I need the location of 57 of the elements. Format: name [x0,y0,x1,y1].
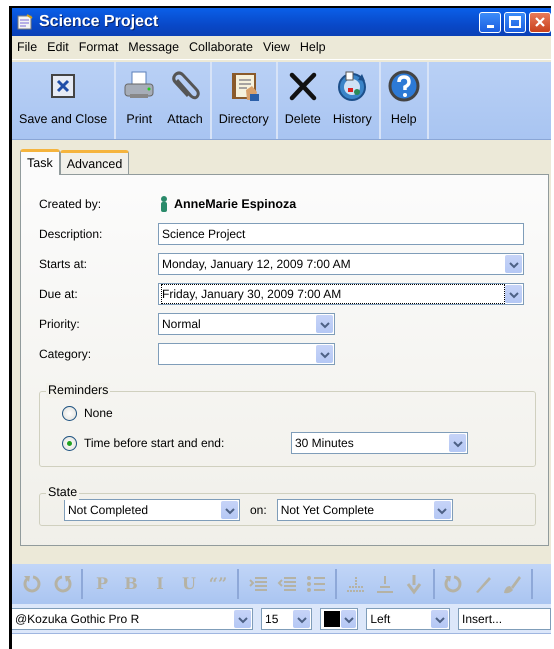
toolbar-button[interactable]: Print [118,66,160,135]
color-picker[interactable] [320,608,358,630]
field-label: Category: [39,346,92,363]
maximize-button[interactable] [504,12,526,32]
dropdown-field[interactable]: Not Yet Complete [276,499,453,521]
toolbar-button[interactable]: Help [382,66,425,135]
toolbar-button[interactable]: History [328,66,377,135]
dropdown-field[interactable]: 15 [261,608,312,630]
menu-item[interactable]: Help [294,38,331,57]
dropdown-field[interactable]: Left [366,608,450,630]
menu-item[interactable]: Format [74,38,124,57]
toolbar-button[interactable]: Directory [214,66,274,135]
menu-item[interactable]: View [258,38,295,57]
menu-item[interactable]: Collaborate [184,38,258,57]
field-label: Due at: [39,286,79,303]
menu-item[interactable]: Message [123,38,184,57]
menu-item[interactable]: Edit [42,38,74,57]
bullet-list-icon [305,573,327,595]
field-label: on: [250,502,267,519]
minimize-button[interactable] [479,12,501,32]
close-button[interactable] [529,12,551,32]
dropdown-field[interactable]: 30 Minutes [291,432,468,454]
creator-name: AnneMarie Espinoza [174,196,296,213]
person-icon [158,195,170,213]
horizontal-rule-icon [374,573,396,595]
notepad-icon [16,13,34,31]
brush-icon [501,573,523,595]
minimize-icon [486,24,494,28]
window-title: Science Project [39,12,158,32]
menu-item[interactable]: File [12,38,42,57]
dropdown-field[interactable]: Normal [158,313,335,335]
field-label: Description: [39,226,104,243]
tab[interactable]: Task [20,149,60,175]
help-icon [388,70,420,102]
input-field[interactable]: Science Project [158,223,524,245]
dropdown-field[interactable] [158,343,335,365]
radio-option[interactable]: None [62,404,113,422]
radio-button[interactable] [62,436,77,450]
toolbar-button[interactable]: Delete [280,66,326,135]
radio-option[interactable]: Time before start and end: [62,434,224,452]
field-label: Priority: [39,316,81,333]
close-icon [534,16,546,28]
field-label: Created by: [39,196,102,213]
save-and-close-button[interactable]: Save and Close [14,66,112,135]
dropdown-field[interactable]: Monday, January 12, 2009 7:00 AM [158,253,524,275]
field-label: Starts at: [39,256,88,273]
history-icon [336,70,368,102]
radio-button[interactable] [62,406,77,420]
dropdown-field[interactable]: Not Completed [64,499,240,521]
dropdown-field[interactable]: Friday, January 30, 2009 7:00 AM [158,283,524,305]
dropdown-field[interactable]: @Kozuka Gothic Pro R [12,608,254,630]
dropdown-field[interactable]: Insert... [458,608,551,630]
tab[interactable]: Advanced [60,150,130,174]
group-title: State [46,485,80,500]
maximize-icon [509,16,521,28]
toolbar-button[interactable]: Attach [162,66,208,135]
group-title: Reminders [46,383,110,398]
